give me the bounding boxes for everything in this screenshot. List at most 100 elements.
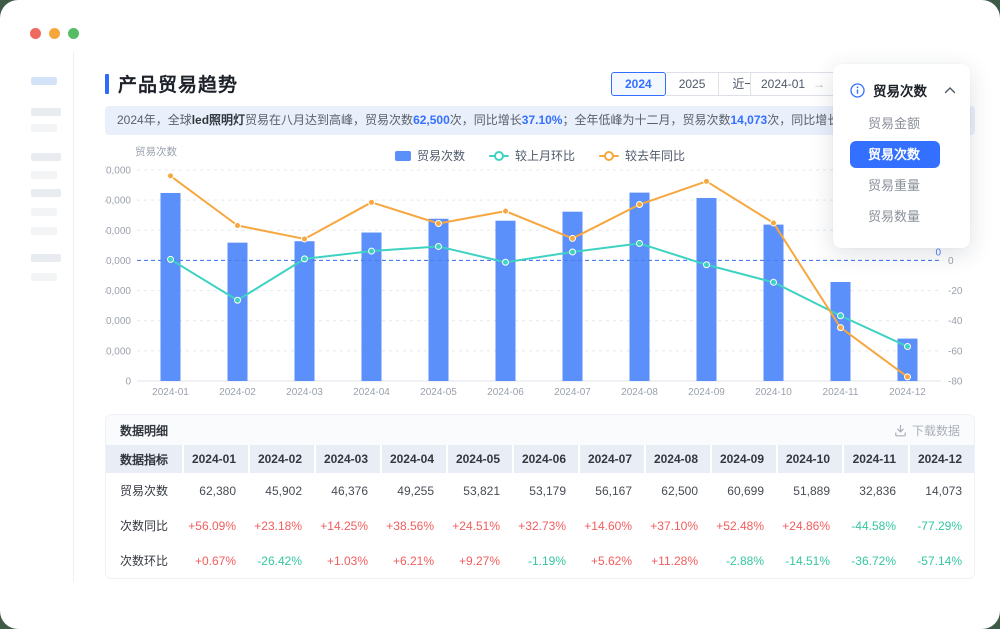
- table-cell: 46,376: [314, 473, 380, 508]
- table-col-header: 2024-08: [644, 445, 710, 473]
- window-controls: [30, 28, 79, 39]
- svg-text:-20: -20: [948, 286, 963, 297]
- svg-text:50,000: 50,000: [105, 226, 131, 237]
- banner-segment: ；全年低峰为十二月，贸易次数: [562, 113, 730, 127]
- table-cell: +24.51%: [446, 508, 512, 543]
- svg-text:2024-08: 2024-08: [621, 387, 658, 398]
- metric-dropdown-header[interactable]: 贸易次数: [833, 64, 970, 110]
- close-window-icon[interactable]: [30, 28, 41, 39]
- table-header-row: 数据指标2024-012024-022024-032024-042024-052…: [106, 445, 974, 473]
- table-cell: +11.28%: [644, 543, 710, 578]
- table-cell: +23.18%: [248, 508, 314, 543]
- table-cell: -26.42%: [248, 543, 314, 578]
- table-cell: 45,902: [248, 473, 314, 508]
- table-cell: -1.19%: [512, 543, 578, 578]
- info-icon: [850, 83, 865, 98]
- table-col-header: 2024-05: [446, 445, 512, 473]
- svg-text:40,000: 40,000: [105, 256, 131, 267]
- svg-text:20,000: 20,000: [105, 316, 131, 327]
- table-cell: +38.56%: [380, 508, 446, 543]
- table-col-header: 2024-09: [710, 445, 776, 473]
- banner-segment: 贸易在八月达到高峰，贸易次数: [245, 113, 413, 127]
- year-filter-2024[interactable]: 2024: [611, 72, 666, 96]
- download-data-button[interactable]: 下载数据: [894, 422, 960, 439]
- dropdown-option[interactable]: 贸易重量: [850, 172, 940, 199]
- table-cell: 56,167: [578, 473, 644, 508]
- chevron-up-icon: [944, 86, 956, 94]
- app-window: 产品贸易趋势 20242025近一年 2024-01 → 2024-12 202…: [0, 0, 1000, 629]
- table-cell: +5.62%: [578, 543, 644, 578]
- maximize-window-icon[interactable]: [68, 28, 79, 39]
- table-row: 次数环比+0.67%-26.42%+1.03%+6.21%+9.27%-1.19…: [106, 543, 974, 578]
- table-cell: +1.03%: [314, 543, 380, 578]
- table-index-header: 数据指标: [106, 445, 182, 473]
- banner-segment: 2024年，全球: [117, 113, 192, 127]
- metric-dropdown: 贸易次数 贸易金额贸易次数贸易重量贸易数量: [833, 64, 970, 248]
- table-col-header: 2024-06: [512, 445, 578, 473]
- banner-segment: 62,500: [413, 113, 450, 127]
- banner-segment: 次，同比增长: [767, 113, 839, 127]
- sidebar-skeleton-bar: [31, 153, 61, 161]
- table-col-header: 2024-02: [248, 445, 314, 473]
- table-title: 数据明细: [120, 422, 168, 439]
- table-cell: 53,179: [512, 473, 578, 508]
- sidebar-skeleton-bar: [31, 227, 57, 235]
- table-cell: -77.29%: [908, 508, 974, 543]
- svg-text:-60: -60: [948, 346, 963, 357]
- svg-text:2024-02: 2024-02: [219, 387, 256, 398]
- banner-segment: 次，同比增长: [450, 113, 522, 127]
- minimize-window-icon[interactable]: [49, 28, 60, 39]
- svg-text:0: 0: [125, 377, 131, 388]
- table-cell: 32,836: [842, 473, 908, 508]
- table-col-header: 2024-07: [578, 445, 644, 473]
- table-col-header: 2024-11: [842, 445, 908, 473]
- date-range-start: 2024-01: [761, 77, 805, 91]
- table-cell: 53,821: [446, 473, 512, 508]
- table-cell: +14.25%: [314, 508, 380, 543]
- svg-text:2024-06: 2024-06: [487, 387, 524, 398]
- table-cell: -2.88%: [710, 543, 776, 578]
- svg-text:0: 0: [948, 256, 954, 267]
- dropdown-option[interactable]: 贸易金额: [850, 110, 940, 137]
- svg-text:10,000: 10,000: [105, 346, 131, 357]
- table-cell: -14.51%: [776, 543, 842, 578]
- banner-segment: 14,073: [731, 113, 768, 127]
- table-cell: +0.67%: [182, 543, 248, 578]
- svg-text:2024-05: 2024-05: [420, 387, 457, 398]
- table-col-header: 2024-03: [314, 445, 380, 473]
- dropdown-option[interactable]: 贸易数量: [850, 203, 940, 230]
- data-detail-card: 数据明细 下载数据 数据指标2024-012024-022024-032024-…: [105, 414, 975, 579]
- sidebar-skeleton-bar: [31, 273, 57, 281]
- download-label: 下载数据: [912, 422, 960, 439]
- svg-text:-80: -80: [948, 377, 963, 388]
- svg-text:2024-07: 2024-07: [554, 387, 591, 398]
- banner-segment: led照明灯: [192, 113, 245, 127]
- table-col-header: 2024-10: [776, 445, 842, 473]
- dropdown-selected-label: 贸易次数: [873, 80, 944, 100]
- table-toolbar: 数据明细 下载数据: [106, 415, 974, 445]
- dropdown-option[interactable]: 贸易次数: [850, 141, 940, 168]
- table-cell: 62,380: [182, 473, 248, 508]
- sidebar-skeleton-bar: [31, 208, 57, 216]
- table-cell: +56.09%: [182, 508, 248, 543]
- table-cell: +9.27%: [446, 543, 512, 578]
- table-body: 贸易次数62,38045,90246,37649,25553,82153,179…: [106, 473, 974, 578]
- table-cell: +6.21%: [380, 543, 446, 578]
- sidebar-skeleton-bar: [31, 189, 61, 197]
- sidebar-skeleton-bar: [31, 124, 57, 132]
- page-title-label: 产品贸易趋势: [118, 70, 238, 97]
- table-cell: -44.58%: [842, 508, 908, 543]
- download-icon: [894, 424, 907, 437]
- arrow-right-icon: →: [813, 77, 825, 91]
- svg-text:2024-04: 2024-04: [353, 387, 390, 398]
- year-filter-2025[interactable]: 2025: [666, 72, 720, 96]
- table-cell: +14.60%: [578, 508, 644, 543]
- sidebar-divider: [73, 52, 74, 582]
- table-cell: -36.72%: [842, 543, 908, 578]
- table-cell: +32.73%: [512, 508, 578, 543]
- svg-text:70,000: 70,000: [105, 166, 131, 177]
- svg-text:2024-11: 2024-11: [823, 387, 859, 398]
- table-cell: +52.48%: [710, 508, 776, 543]
- table-cell: 60,699: [710, 473, 776, 508]
- svg-text:2024-01: 2024-01: [152, 387, 189, 398]
